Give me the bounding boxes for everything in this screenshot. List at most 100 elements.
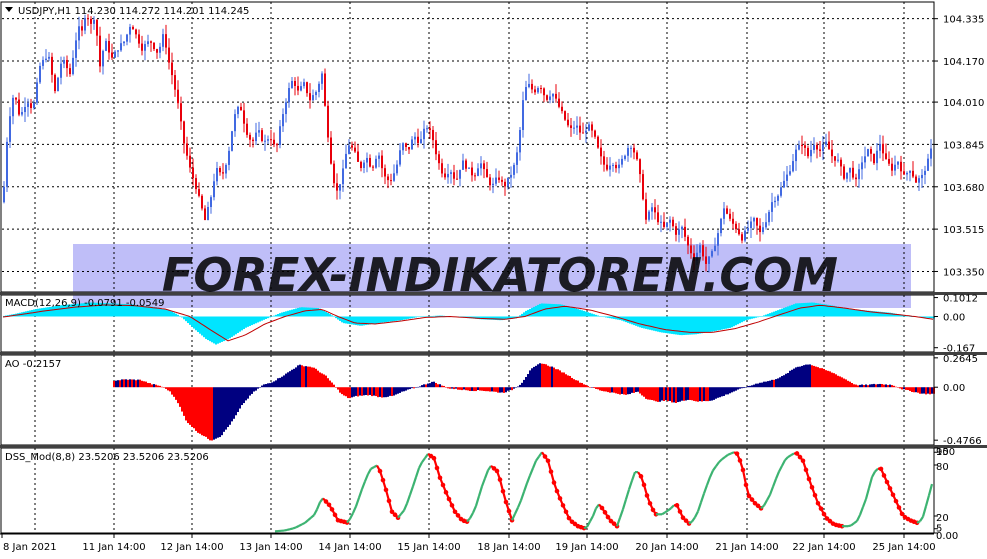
candle-body [804,145,806,148]
candle-body [414,137,416,140]
macd-histogram-bar [229,316,231,338]
candle-body [183,121,185,143]
ao-bar [661,387,663,400]
macd-histogram-bar [521,314,523,317]
macd-histogram-bar [647,316,649,329]
ao-bar [571,378,573,387]
ao-bar [921,387,923,393]
candle-body [387,176,389,180]
candle-body [57,78,59,91]
macd-histogram-bar [745,316,747,320]
macd-histogram-bar [403,316,405,319]
macd-histogram-bar [423,316,425,317]
ao-bar [911,387,913,392]
dss-line-segment [788,455,791,457]
candle-body [405,143,407,147]
ao-bar [753,385,755,388]
candle-body [597,137,599,148]
x-tick-label: 21 Jan 14:00 [715,542,778,553]
macd-histogram-bar [759,316,761,317]
macd-histogram-bar [735,316,737,325]
ao-bar [211,387,213,440]
candle-body [903,171,905,174]
ao-bar [605,387,607,391]
candle-body [366,158,368,163]
ao-bar [275,380,277,387]
dss-line-segment [419,462,422,468]
candle-body [615,165,617,168]
candle-body [594,131,596,137]
ao-bar [681,387,683,400]
candle-body [198,189,200,196]
y-tick-label: 104.170 [943,57,984,68]
macd-histogram-bar [845,308,847,316]
candle-body [909,171,911,173]
macd-histogram-bar [725,316,727,328]
candle-body [648,212,650,220]
macd-histogram-bar [239,316,241,331]
ao-bar [555,369,557,387]
candle-body [759,226,761,232]
candle-body [738,229,740,234]
y-tick-label: 0.00 [936,531,958,542]
ao-bar [861,384,863,387]
candle-body [108,41,110,53]
ao-bar [925,387,927,394]
candle-body [720,219,722,233]
candle-body [342,168,344,184]
ao-bar [383,387,385,397]
macd-histogram-bar [393,316,395,321]
ao-bar [287,372,289,387]
macd-histogram-bar [359,316,361,325]
ao-bar [629,387,631,394]
candle-body [30,103,32,108]
dss-line-segment [524,483,527,492]
dss-line-segment [536,457,539,461]
ao-bar [407,387,409,389]
candle-body [855,178,857,180]
macd-histogram-bar [803,303,805,317]
ao-bar [411,387,413,388]
macd-histogram-bar [325,312,327,317]
ao-bar [139,380,141,388]
ao-bar [771,380,773,387]
ao-bar [331,383,333,388]
candle-body [606,165,608,170]
macd-histogram-bar [315,308,317,317]
macd-histogram-bar [409,316,411,318]
ao-bar [191,387,193,427]
ao-bar [213,387,215,439]
dss-line-segment [473,506,476,513]
candle-body [780,187,782,196]
ao-bar [361,387,363,396]
ao-bar [469,387,471,391]
macd-histogram-bar [931,316,933,318]
ao-bar [455,387,457,388]
macd-histogram-bar [165,310,167,317]
ao-bar [899,387,901,388]
ao-bar [673,387,675,402]
candle-body [132,27,134,30]
ao-bar [807,365,809,388]
ao-bar [897,387,899,388]
candle-body [210,197,212,207]
ao-bar [323,374,325,387]
macd-histogram-bar [415,316,417,317]
ao-bar [239,387,241,408]
macd-histogram-bar [575,309,577,317]
ao-bar [493,387,495,391]
candle-body [297,86,299,91]
y-tick-label: 80 [936,462,949,473]
macd-histogram-bar [797,303,799,316]
macd-histogram-bar [665,316,667,333]
macd-histogram-bar [565,306,567,317]
candle-body [672,220,674,226]
ao-bar [277,378,279,387]
ao-bar [755,384,757,388]
candle-body [303,82,305,86]
x-tick-label: 15 Jan 14:00 [397,542,460,553]
ao-bar [283,375,285,387]
candle-body [393,173,395,180]
y-tick-label: 0.2645 [943,354,978,365]
dss-line-segment [857,515,860,521]
